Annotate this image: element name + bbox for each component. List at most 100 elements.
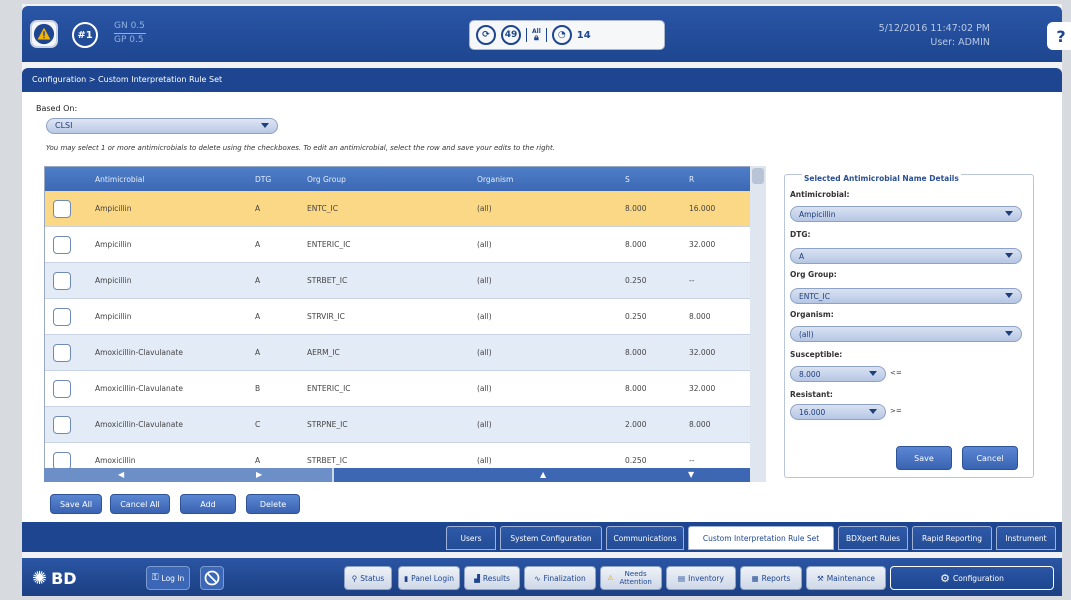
cell-r: -- [689, 456, 695, 465]
susceptible-label: Susceptible: [790, 350, 843, 359]
cancel-button[interactable]: Cancel [962, 446, 1018, 470]
antimicrobial-label: Antimicrobial: [790, 190, 850, 199]
inventory-icon: ▤ [678, 573, 686, 583]
checkbox-cell [45, 199, 89, 218]
panel-count: 49 [501, 25, 521, 45]
scroll-right-icon[interactable]: ▶ [256, 470, 262, 479]
table-horizontal-scrollbar[interactable]: ◀ ▶ ▲ ▼ [44, 468, 750, 482]
nav-reports[interactable]: ▦ Reports [740, 566, 802, 590]
delete-button[interactable]: Delete [246, 494, 300, 514]
user-label: User: ADMIN [930, 37, 990, 48]
save-button[interactable]: Save [896, 446, 952, 470]
header-s[interactable]: S [619, 175, 683, 184]
header-antimicrobial[interactable]: Antimicrobial [89, 175, 249, 184]
table-row[interactable]: Ampicillin A ENTC_IC (all) 8.000 16.000 [45, 191, 765, 227]
row-checkbox[interactable] [53, 379, 71, 398]
nav-finalization[interactable]: ∿ Finalization [524, 566, 596, 590]
nav-inventory[interactable]: ▤ Inventory [666, 566, 736, 590]
row-checkbox[interactable] [53, 343, 71, 362]
cell-dtg: A [255, 204, 261, 213]
nav-configuration[interactable]: ⚙ Configuration [890, 566, 1054, 590]
nav-panel-login[interactable]: ▮ Panel Login [398, 566, 460, 590]
details-title: Selected Antimicrobial Name Details [802, 174, 961, 183]
row-checkbox[interactable] [53, 199, 71, 218]
help-button[interactable]: ? [1047, 22, 1071, 50]
org-group-value: ENTC_IC [799, 292, 830, 301]
tab-system-configuration[interactable]: System Configuration [500, 526, 602, 550]
datetime-user: 5/12/2016 11:47:02 PM User: ADMIN [870, 22, 990, 50]
table-row[interactable]: Ampicillin A ENTERIC_IC (all) 8.000 32.000 [45, 227, 765, 263]
nav-needs-attention[interactable]: ⚠ Needs Attention [600, 566, 662, 590]
nav-reports-label: Reports [761, 573, 791, 583]
scroll-up-icon[interactable]: ▲ [540, 470, 546, 479]
resistant-value: 16.000 [799, 408, 826, 417]
cell-r: 8.000 [689, 312, 711, 321]
susceptible-operator: <= [890, 369, 902, 377]
login-button[interactable]: ⚿ Log In [146, 566, 190, 590]
add-button[interactable]: Add [180, 494, 236, 514]
header-org-group[interactable]: Org Group [301, 175, 471, 184]
nav-maintenance[interactable]: ⚒ Maintenance [806, 566, 886, 590]
cell-r: 32.000 [689, 348, 716, 357]
cell-r: 32.000 [689, 240, 716, 249]
susceptible-select[interactable]: 8.000 [790, 366, 886, 382]
top-bar: #1 GN 0.5 GP 0.5 ⟳ 49 All 🔒︎ ◔ 14 5/12/2… [22, 6, 1071, 62]
organism-select[interactable]: (all) [790, 326, 1022, 342]
row-checkbox[interactable] [53, 235, 71, 254]
row-checkbox[interactable] [53, 415, 71, 434]
tab-bdxpert-rules[interactable]: BDXpert Rules [838, 526, 908, 550]
no-entry-button[interactable] [200, 566, 224, 590]
table-row[interactable]: Ampicillin A STRBET_IC (all) 0.250 -- [45, 263, 765, 299]
tab-custom-interpretation-rule-set[interactable]: Custom Interpretation Rule Set [688, 526, 834, 550]
warning-icon [33, 23, 55, 45]
checkbox-cell [45, 451, 89, 470]
status-icon: ⚲ [351, 573, 358, 583]
header-organism[interactable]: Organism [471, 175, 619, 184]
tab-instrument[interactable]: Instrument [996, 526, 1056, 550]
nav-maintenance-label: Maintenance [826, 573, 876, 583]
resistant-select[interactable]: 16.000 [790, 404, 886, 420]
scroll-left-icon[interactable]: ◀ [118, 470, 124, 479]
header-dtg[interactable]: DTG [249, 175, 301, 184]
bd-logo-text: BD [51, 569, 77, 588]
scroll-thumb[interactable] [752, 168, 764, 184]
table-row[interactable]: Amoxicillin-Clavulanate B ENTERIC_IC (all) 8… [45, 371, 765, 407]
chevron-down-icon [869, 409, 877, 414]
alert-button[interactable] [30, 20, 58, 48]
gear-icon: ⚙ [940, 571, 950, 585]
header-r[interactable]: R [683, 175, 747, 184]
based-on-select[interactable]: CLSI [46, 118, 278, 134]
tab-communications[interactable]: Communications [606, 526, 684, 550]
cell-organism: (all) [477, 240, 492, 249]
dtg-select[interactable]: A [790, 248, 1022, 264]
row-checkbox[interactable] [53, 307, 71, 326]
cell-s: 8.000 [625, 204, 647, 213]
status-summary[interactable]: ⟳ 49 All 🔒︎ ◔ 14 [469, 20, 665, 50]
tab-rapid-reporting[interactable]: Rapid Reporting [912, 526, 992, 550]
table-row[interactable]: Amoxicillin-Clavulanate C STRPNE_IC (all) 2.… [45, 407, 765, 443]
login-label: Log In [161, 573, 185, 583]
table-row[interactable]: Amoxicillin-Clavulanate A AERM_IC (all) 8.00… [45, 335, 765, 371]
cell-antimicrobial: Amoxicillin-Clavulanate [95, 384, 183, 393]
cell-antimicrobial: Amoxicillin-Clavulanate [95, 348, 183, 357]
row-checkbox[interactable] [53, 271, 71, 290]
dtg-label: DTG: [790, 230, 811, 239]
chevron-down-icon [261, 123, 269, 128]
table-row[interactable]: Ampicillin A STRVIR_IC (all) 0.250 8.000 [45, 299, 765, 335]
antimicrobial-select[interactable]: Ampicillin [790, 206, 1022, 222]
reports-icon: ▦ [751, 573, 759, 583]
scroll-down-icon[interactable]: ▼ [688, 470, 694, 479]
cell-dtg: A [255, 312, 261, 321]
nav-results[interactable]: ▟ Results [464, 566, 520, 590]
tab-users[interactable]: Users [446, 526, 496, 550]
cancel-all-button[interactable]: Cancel All [110, 494, 170, 514]
nav-status[interactable]: ⚲ Status [344, 566, 392, 590]
cell-organism: (all) [477, 276, 492, 285]
table-vertical-scrollbar[interactable] [750, 166, 766, 482]
scroll-thumb-horizontal[interactable] [44, 468, 332, 482]
cell-dtg: A [255, 348, 261, 357]
org-group-select[interactable]: ENTC_IC [790, 288, 1022, 304]
notification-count-badge[interactable]: #1 [72, 22, 98, 48]
save-all-button[interactable]: Save All [50, 494, 102, 514]
row-checkbox[interactable] [53, 451, 71, 470]
